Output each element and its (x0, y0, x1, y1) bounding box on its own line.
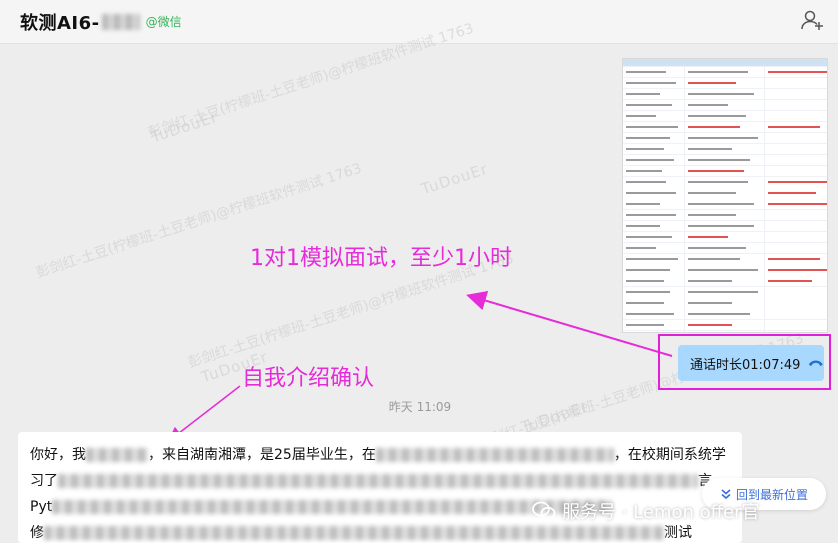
watermark-sub: TuDouEr (518, 397, 591, 437)
image-message[interactable] (622, 58, 828, 333)
doc-row (623, 221, 827, 232)
doc-row (623, 67, 827, 78)
annotation-mock-interview: 1对1模拟面试，至少1小时 (250, 246, 512, 271)
redacted-name (101, 13, 140, 30)
doc-row (623, 144, 827, 155)
message-line: 你好，我 ，来自湖南湘潭，是25届毕业生，在 ，在校期间系统学 (30, 447, 726, 463)
doc-row (623, 122, 827, 133)
chat-header: 软测AI6- @微信 (0, 0, 838, 44)
doc-row (623, 166, 827, 177)
doc-row (623, 89, 827, 100)
doc-row (623, 210, 827, 221)
doc-row (623, 133, 827, 144)
doc-row (623, 331, 827, 332)
doc-row (623, 243, 827, 254)
source-text: 服务号 · Lemon offer官 (562, 502, 760, 523)
message-timestamp: 昨天 11:09 (388, 400, 452, 414)
doc-row (623, 155, 827, 166)
doc-row (623, 100, 827, 111)
call-duration-text: 通话时长01:07:49 (690, 357, 801, 373)
source-watermark: 服务号 · Lemon offer官 (532, 498, 760, 524)
doc-row (623, 254, 827, 287)
message-line: 习了言 (30, 473, 712, 489)
watermark-sub: TuDouEr (148, 107, 221, 147)
doc-row (623, 320, 827, 331)
text-message[interactable]: 你好，我 ，来自湖南湘潭，是25届毕业生，在 ，在校期间系统学 习了言 Pyt 修测… (18, 432, 742, 543)
doc-row (623, 111, 827, 122)
chat-title: 软测AI6- (20, 12, 100, 34)
doc-header-row (623, 59, 827, 67)
doc-row (623, 78, 827, 89)
watermark-sub: TuDouEr (418, 159, 491, 199)
doc-row (623, 177, 827, 210)
wechat-tag: @微信 (145, 15, 182, 29)
doc-row (623, 232, 827, 243)
add-user-icon[interactable] (800, 8, 824, 32)
wechat-logo-icon (532, 501, 556, 520)
phone-hangup-icon (809, 360, 824, 367)
call-duration-bubble[interactable]: 通话时长01:07:49 (678, 345, 824, 381)
doc-row (623, 287, 827, 320)
annotation-self-intro: 自我介绍确认 (242, 366, 375, 391)
